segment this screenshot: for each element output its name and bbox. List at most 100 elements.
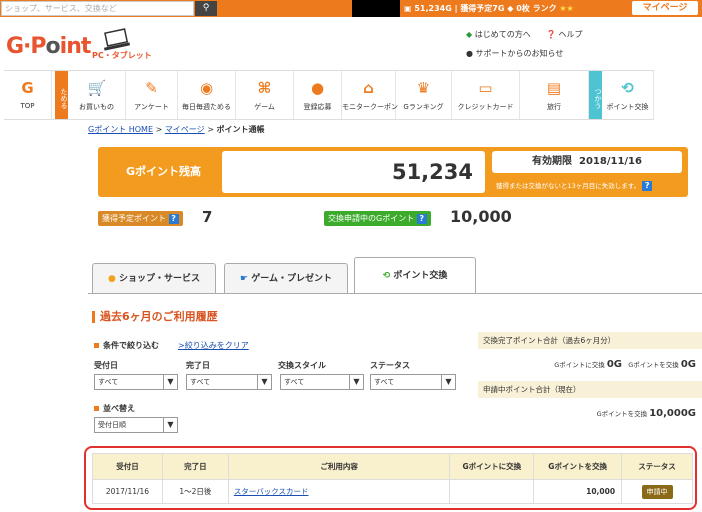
balance-panel: Gポイント残高 51,234 有効期限 2018/11/16 獲得または交換がな… [98, 147, 688, 197]
exchange-pending-label: 交換申請中のGポイント ? [324, 211, 431, 226]
completed-summary-title: 交換完了ポイント合計（過去6ヶ月分） [478, 332, 702, 349]
ticket-icon: ◆ [507, 4, 514, 13]
pending-summary-row: Gポイントを交換 10,000G [596, 408, 696, 419]
coins-icon: ● [107, 274, 116, 284]
nav-exchange[interactable]: ⟲ ポイント交換 [602, 71, 654, 119]
filter-style-select[interactable]: すべて ▼ [280, 374, 364, 390]
crown-icon: ♛ [416, 79, 431, 97]
top-pending[interactable]: 獲得予定7G [460, 4, 504, 13]
col-content: ご利用内容 [227, 453, 451, 480]
breadcrumb-current: ポイント通帳 [216, 125, 265, 134]
top-stats: ▣ 51,234G | 獲得予定7G ◆ 0枚 ランク ★★ [404, 4, 574, 13]
dropdown-arrow-icon: ▼ [257, 375, 271, 389]
search-icon: ⚲ [202, 3, 210, 13]
pending-summary-title: 申請中ポイント合計（現在） [478, 381, 702, 398]
nav-game[interactable]: ⌘ ゲーム [236, 71, 294, 119]
balance-display: 51,234 [222, 151, 485, 193]
nav-survey[interactable]: ✎ アンケート [126, 71, 178, 119]
nav-travel[interactable]: ▤ 旅行 [520, 71, 589, 119]
expiry-note: 獲得または交換がないと13ヶ月目に失効します。 ? [496, 180, 653, 191]
card-icon: ▭ [478, 79, 493, 97]
top-count[interactable]: 0枚 [516, 4, 530, 13]
sort-heading: 並べ替え [94, 403, 135, 414]
search-input[interactable]: ショップ、サービス、交換など [1, 1, 194, 16]
masked-area [352, 0, 400, 17]
tameru-label: ためる [55, 71, 68, 119]
filter-completed-label: 完了日 [186, 361, 210, 370]
pending-summary-value: 10,000G [649, 408, 696, 419]
main-nav: G TOP ためる 🛒 お買いもの ✎ アンケート ◉ 毎日毎週ためる ⌘ ゲー… [4, 70, 654, 120]
support-link[interactable]: ● サポートからのお知らせ [466, 48, 563, 59]
help-icon[interactable]: ? [416, 213, 427, 224]
col-from-g: Gポイントを交換 [533, 453, 623, 480]
nav-top[interactable]: G TOP [4, 71, 52, 119]
cell-to-g [449, 479, 535, 504]
exchange-icon: ⟲ [382, 271, 391, 281]
top-rank[interactable]: ランク [533, 4, 557, 13]
completed-to-g-value: 0G [606, 359, 622, 370]
completed-from-g-value: 0G [680, 359, 696, 370]
mypage-button[interactable]: マイページ [632, 1, 698, 15]
tab-game-present[interactable]: ☛ ゲーム・プレゼント [224, 263, 348, 293]
tsukau-label: つかう [589, 71, 602, 119]
help-icon: ❓ [546, 30, 556, 39]
beginner-link[interactable]: ◆ はじめての方へ [466, 29, 531, 40]
clear-filter-link[interactable]: >絞り込みをクリア [178, 340, 249, 351]
help-icon[interactable]: ? [642, 181, 653, 191]
filter-status-label: ステータス [370, 361, 410, 370]
filter-style-label: 交換スタイル [278, 361, 326, 370]
info-icon: ● [466, 49, 473, 58]
table-row: 2017/11/16 1〜2日後 スターバックスカード 10,000 申請中 [92, 479, 693, 504]
history-table: 受付日 完了日 ご利用内容 Gポイントに交換 Gポイントを交換 ステータス 20… [92, 453, 693, 504]
free-icon: ● [310, 79, 325, 97]
cell-content-link[interactable]: スターバックスカード [234, 487, 309, 496]
filter-received-select[interactable]: すべて ▼ [94, 374, 178, 390]
completed-summary-row: Gポイントに交換 0G Gポイントを交換 0G [554, 359, 696, 370]
dropdown-arrow-icon: ▼ [163, 418, 177, 432]
nav-daily[interactable]: ◉ 毎日毎週ためる [178, 71, 236, 119]
dropdown-arrow-icon: ▼ [163, 375, 177, 389]
help-icon[interactable]: ? [168, 213, 179, 224]
wallet-icon: ▣ [404, 4, 412, 13]
tab-shop-service[interactable]: ● ショップ・サービス [92, 263, 216, 293]
tab-point-exchange[interactable]: ⟲ ポイント交換 [354, 257, 476, 294]
filter-status-select[interactable]: すべて ▼ [370, 374, 456, 390]
dropdown-arrow-icon: ▼ [441, 375, 455, 389]
col-to-g: Gポイントに交換 [449, 453, 535, 480]
shop-icon: ⌂ [363, 79, 374, 97]
gpoint-logo[interactable]: G·Point [6, 34, 91, 59]
cell-received: 2017/11/16 [92, 479, 163, 504]
cell-completed: 1〜2日後 [161, 479, 229, 504]
dropdown-arrow-icon: ▼ [349, 375, 363, 389]
cell-from-g: 10,000 [533, 479, 623, 504]
breadcrumb-home[interactable]: Gポイント HOME [88, 125, 153, 134]
nav-ranking[interactable]: ♛ Gランキング [396, 71, 452, 119]
nav-shopping[interactable]: 🛒 お買いもの [68, 71, 126, 119]
pending-points-value: 7 [202, 208, 213, 226]
filter-completed-select[interactable]: すべて ▼ [186, 374, 272, 390]
balance-label: Gポイント残高 [126, 165, 202, 178]
col-received: 受付日 [92, 453, 163, 480]
pending-points-label: 獲得予定ポイント ? [98, 211, 183, 226]
expiry-display: 有効期限 2018/11/16 [492, 151, 682, 173]
pencil-icon: ✎ [145, 79, 158, 97]
nav-credit[interactable]: ▭ クレジットカード [452, 71, 520, 119]
help-link[interactable]: ❓ ヘルプ [546, 29, 583, 40]
top-balance[interactable]: 51,234G [414, 4, 451, 13]
expiry-date: 2018/11/16 [579, 156, 642, 167]
history-title: 過去6ヶ月のご利用履歴 [92, 311, 218, 323]
search-button[interactable]: ⚲ [195, 1, 217, 16]
sort-select[interactable]: 受付日順 ▼ [94, 417, 178, 433]
hand-icon: ☛ [240, 274, 249, 284]
breadcrumb-mypage[interactable]: マイページ [165, 125, 205, 134]
nav-register[interactable]: ● 登録応募 [294, 71, 342, 119]
gpoint-icon: G [21, 79, 34, 97]
pc-tablet-label: PC・タブレット [92, 51, 152, 60]
filter-received-label: 受付日 [94, 361, 118, 370]
table-header-row: 受付日 完了日 ご利用内容 Gポイントに交換 Gポイントを交換 ステータス [92, 453, 693, 480]
suitcase-icon: ▤ [546, 79, 562, 97]
coins-icon: ◉ [199, 79, 214, 97]
breadcrumb: Gポイント HOME > マイページ > ポイント通帳 [88, 125, 265, 134]
star-icon: ★★ [559, 4, 574, 13]
nav-monitor[interactable]: ⌂ モニタークーポン [342, 71, 398, 119]
